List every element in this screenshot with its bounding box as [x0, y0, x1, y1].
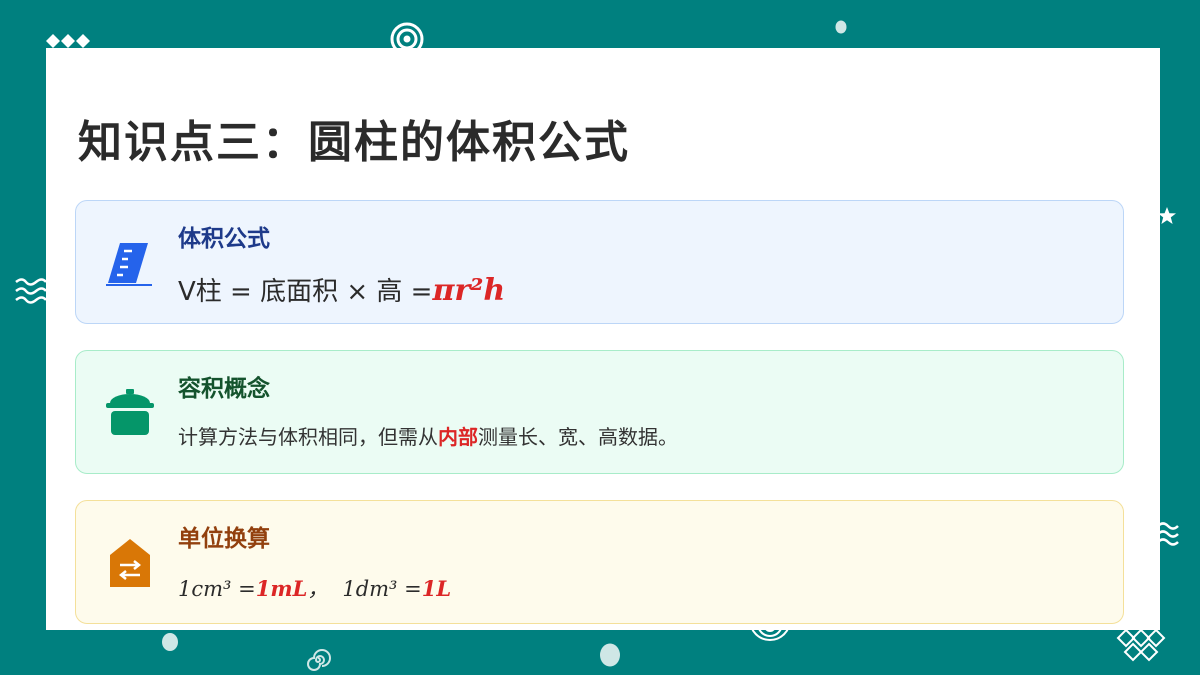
slide-content: 知识点三：圆柱的体积公式 体积公式 V柱 = 底面积 × 高 =πr²h 容积概… — [46, 48, 1160, 630]
conversion-text: 1cm³ = — [178, 577, 256, 601]
card-title: 单位换算 — [178, 525, 270, 552]
exchange-tag-icon — [110, 539, 150, 587]
spiral-icon — [307, 649, 331, 671]
dot-icon — [835, 20, 847, 34]
card-volume-formula: 体积公式 V柱 = 底面积 × 高 =πr²h — [75, 200, 1124, 324]
card-capacity-concept: 容积概念 计算方法与体积相同，但需从内部测量长、宽、高数据。 — [75, 350, 1124, 474]
pot-icon — [106, 389, 154, 435]
dot-icon — [600, 643, 620, 667]
star-icon — [1158, 207, 1176, 224]
dot-icon — [162, 633, 178, 651]
formula-highlight: πr²h — [432, 273, 506, 308]
card-title: 体积公式 — [178, 225, 270, 252]
concept-highlight: 内部 — [438, 425, 478, 449]
conversion-text: 1dm³ = — [342, 577, 422, 601]
concept-text-end: 测量长、宽、高数据。 — [478, 425, 678, 449]
conversion-separator: ， — [307, 577, 329, 601]
lattice-icon — [1116, 628, 1166, 662]
card-unit-conversion: 单位换算 1cm³ =1mL， 1dm³ =1L — [75, 500, 1124, 624]
formula-line: V柱 = 底面积 × 高 =πr²h — [178, 271, 505, 308]
conversion-line: 1cm³ =1mL， 1dm³ =1L — [178, 573, 451, 603]
concept-line: 计算方法与体积相同，但需从内部测量长、宽、高数据。 — [178, 421, 678, 450]
conversion-highlight: 1L — [421, 576, 452, 601]
formula-text: V柱 = 底面积 × 高 = — [178, 277, 433, 307]
concept-text: 计算方法与体积相同，但需从 — [178, 425, 438, 449]
conversion-highlight: 1mL — [255, 576, 308, 601]
ruler-icon — [106, 243, 152, 286]
wave-icon — [15, 278, 47, 304]
card-title: 容积概念 — [178, 375, 270, 402]
slide-title: 知识点三：圆柱的体积公式 — [78, 117, 630, 168]
diamond-row-icon — [46, 34, 90, 48]
